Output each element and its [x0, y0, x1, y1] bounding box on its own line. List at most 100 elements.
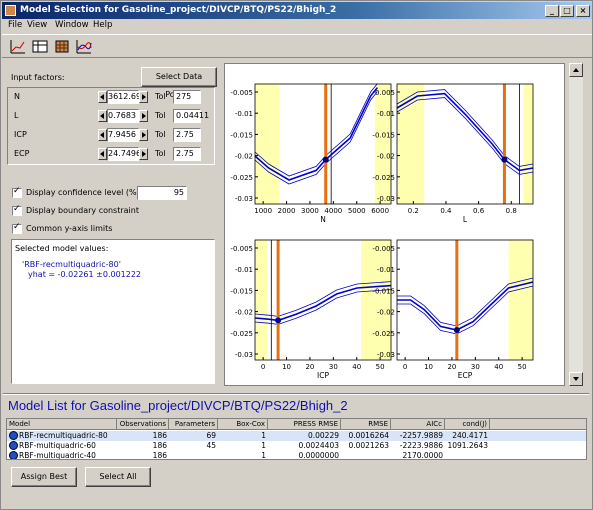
menu-file[interactable]: File — [8, 20, 22, 30]
yhat-value: yhat = -0.02261 ±0.001222 — [28, 270, 142, 279]
factor-value-field[interactable]: 7.9456 — [107, 128, 139, 142]
plots-vertical-scrollbar[interactable] — [569, 63, 583, 386]
boundary-label: Display boundary constraint — [26, 206, 139, 215]
y-tick-label: -0.02 — [377, 309, 395, 317]
increment-icon[interactable] — [139, 148, 148, 160]
tol-field[interactable]: 2.75 — [173, 128, 201, 142]
y-tick-label: -0.015 — [372, 131, 395, 139]
table-horizontal-scrollbar[interactable] — [6, 460, 587, 463]
x-tick-label: 0.8 — [506, 207, 517, 215]
col-header-rmse[interactable]: RMSE — [341, 419, 391, 430]
response-curve-icon[interactable] — [9, 38, 27, 55]
close-button[interactable]: × — [576, 5, 590, 17]
x-tick-label: 6000 — [371, 207, 389, 215]
y-tick-label: -0.03 — [377, 195, 395, 203]
tol-label: Tol — [155, 111, 166, 120]
surface-icon[interactable] — [53, 38, 71, 55]
y-tick-label: -0.02 — [377, 153, 395, 161]
col-header-parameters[interactable]: Parameters — [169, 419, 218, 430]
maximize-button[interactable]: □ — [560, 5, 574, 17]
x-tick-label: 30 — [329, 363, 338, 371]
cell-boxcox: 1 — [261, 451, 266, 460]
scroll-down-button[interactable] — [569, 372, 583, 386]
y-tick-label: -0.01 — [235, 266, 253, 274]
current-point-marker — [453, 327, 460, 333]
confidence-field[interactable]: 95 — [137, 186, 187, 200]
y-tick-label: -0.005 — [372, 89, 395, 97]
factor-row-l: L 0.7683 Tol 0.04411 — [8, 109, 216, 123]
best-model-icon — [9, 441, 18, 450]
y-tick-label: -0.025 — [230, 174, 253, 182]
plot-ecp: -0.005 -0.01 -0.015 -0.02 -0.025 -0.03 0 10 20 30… — [372, 239, 534, 380]
y-tick-label: -0.015 — [372, 287, 395, 295]
select-data-point-button[interactable]: Select Data Point... — [141, 67, 217, 99]
yaxis-label: Common y-axis limits — [26, 224, 113, 233]
confidence-label: Display confidence level (%): — [26, 188, 143, 197]
plot-n: -0.005-0.01-0.015-0.02-0.025-0.031000 200… — [230, 83, 392, 224]
y-tick-label: -0.025 — [372, 330, 395, 338]
assign-best-button[interactable]: Assign Best — [11, 467, 77, 487]
best-model-icon — [9, 431, 18, 440]
factor-name: ECP — [14, 149, 30, 158]
tol-field[interactable]: 275 — [173, 90, 201, 104]
col-header-condj[interactable]: cond(J) — [445, 419, 490, 430]
app-icon — [5, 5, 16, 16]
increment-icon[interactable] — [139, 110, 148, 122]
scroll-up-button[interactable] — [569, 63, 583, 77]
decrement-icon[interactable] — [98, 129, 107, 141]
boundary-region — [361, 240, 391, 360]
comparison-icon[interactable] — [75, 38, 93, 55]
x-axis-label: ICP — [317, 371, 329, 380]
cell-aicc: 2170.0000 — [402, 451, 443, 460]
x-tick-label: 20 — [447, 363, 456, 371]
col-header-observations[interactable]: Observations — [117, 419, 169, 430]
input-factors-label: Input factors: — [11, 73, 65, 82]
decrement-icon[interactable] — [98, 91, 107, 103]
selected-model-name: 'RBF-recmultiquadric-80' — [22, 260, 121, 269]
decrement-icon[interactable] — [98, 148, 107, 160]
decrement-icon[interactable] — [98, 110, 107, 122]
boundary-checkbox[interactable] — [12, 204, 22, 216]
select-all-button[interactable]: Select All — [85, 467, 151, 487]
minimize-button[interactable]: _ — [545, 5, 559, 17]
col-header-model[interactable]: Model — [7, 419, 117, 430]
tol-field[interactable]: 2.75 — [173, 147, 201, 161]
tol-field[interactable]: 0.04411 — [173, 109, 209, 123]
col-header-press-rmse[interactable]: PRESS RMSE — [268, 419, 341, 430]
y-tick-label: -0.02 — [235, 309, 253, 317]
yaxis-checkbox[interactable] — [12, 222, 22, 234]
y-tick-label: -0.005 — [372, 245, 395, 253]
cell-model-name: RBF-multiquadric-40 — [19, 451, 96, 460]
section-divider — [3, 393, 589, 395]
increment-icon[interactable] — [139, 129, 148, 141]
title-bar: Model Selection for Gasoline_project/DIV… — [2, 2, 592, 19]
col-header-boxcox[interactable]: Box-Cox — [218, 419, 268, 430]
menu-window[interactable]: Window — [55, 20, 89, 30]
factor-value-field[interactable]: 3612.69 — [107, 90, 141, 104]
x-tick-label: 0.6 — [473, 207, 485, 215]
table-row[interactable]: RBF-multiquadric-40 186 1 0.0000000 2170.000… — [7, 450, 586, 460]
factor-value-field[interactable]: 24.7496 — [107, 147, 141, 161]
y-tick-label: -0.025 — [372, 174, 395, 182]
boundary-region — [374, 84, 391, 204]
x-tick-label: 0.4 — [440, 207, 452, 215]
cell-rmse — [341, 450, 391, 459]
x-tick-label: 0 — [261, 363, 265, 371]
menu-bar: File View Window Help — [2, 19, 592, 33]
confidence-checkbox[interactable] — [12, 186, 22, 198]
table-icon[interactable] — [31, 38, 49, 55]
cell-parameters — [169, 450, 218, 459]
y-tick-label: -0.005 — [230, 245, 253, 253]
increment-icon[interactable] — [139, 91, 148, 103]
y-tick-label: -0.03 — [377, 351, 395, 359]
y-tick-label: -0.03 — [235, 351, 253, 359]
menu-view[interactable]: View — [27, 20, 47, 30]
menu-help[interactable]: Help — [93, 20, 112, 30]
boundary-region — [508, 240, 533, 360]
input-factors-panel: N 3612.69 Tol 275 L 0.7683 Tol 0.04411 I… — [7, 87, 215, 165]
factor-value-field[interactable]: 0.7683 — [107, 109, 139, 123]
x-axis-label: N — [320, 215, 326, 224]
col-header-aicc[interactable]: AICc — [391, 419, 445, 430]
x-axis-label: L — [463, 215, 468, 224]
cell-press-rmse: 0.0000000 — [298, 451, 339, 460]
